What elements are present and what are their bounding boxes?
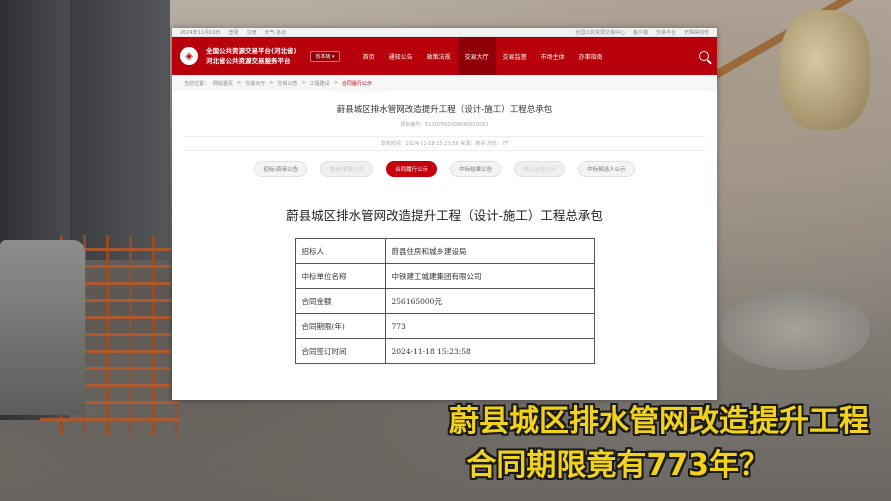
worker-leg: [70, 0, 170, 260]
notice-tabs: 招标/资审公告 澄清/变更公告 合同履行公示 中标结果公告 终止公告公示 中标候…: [184, 161, 705, 177]
breadcrumb-item[interactable]: 网站首页: [213, 80, 233, 87]
nav-item-notices[interactable]: 通知公告: [382, 37, 420, 75]
client-link[interactable]: 客户端: [633, 29, 648, 36]
national-center-link[interactable]: 全国公共资源交易中心: [575, 29, 625, 36]
concrete-lump: [720, 290, 870, 370]
table-key: 合同金额: [294, 288, 386, 314]
weather-text: 天气·多云: [264, 29, 287, 36]
caption-line-1: 蔚县城区排水管网改造提升工程: [449, 404, 869, 439]
site-name-line2: 河北省公共资源交易服务平台: [206, 57, 291, 65]
contract-info-table: 招标人 蔚县住房和城乡建设局 中标单位名称 中铁建工城建集团有限公司 合同金额 …: [294, 238, 595, 364]
table-key: 招标人: [294, 238, 386, 264]
table-value: 2024-11-18 15:23:58: [384, 338, 595, 364]
topbar-date: 2024年11月19日: [180, 29, 221, 36]
table-key: 合同期限(年): [294, 313, 386, 339]
table-row: 合同金额 256165000元: [294, 288, 595, 314]
breadcrumb-item[interactable]: 工程建设: [310, 80, 330, 87]
table-value: 773: [384, 313, 595, 339]
table-value: 蔚县住房和城乡建设局: [384, 238, 595, 264]
tab-candidate-notice[interactable]: 中标候选人公示: [578, 161, 635, 177]
nav-item-guide[interactable]: 办事指南: [572, 37, 610, 75]
caption-line-2: 合同期限竟有773年？: [466, 448, 769, 483]
site-header: ◈ 全国公共资源交易平台(河北省) 河北省公共资源交易服务平台 省本级 ▾ 首页…: [172, 37, 717, 75]
tab-clarification-notice[interactable]: 澄清/变更公告: [320, 161, 374, 177]
table-key: 合同签订时间: [294, 338, 386, 364]
worker-boot: [0, 240, 85, 415]
search-icon[interactable]: [699, 51, 709, 61]
tab-tender-notice[interactable]: 招标/资审公告: [254, 161, 308, 177]
tab-award-result[interactable]: 中标结果公告: [450, 161, 502, 177]
nav-item-policies[interactable]: 政策法规: [420, 37, 458, 75]
site-logo-icon[interactable]: ◈: [180, 47, 198, 65]
breadcrumb-item[interactable]: 交易公告: [277, 80, 297, 87]
nav-item-home[interactable]: 首页: [356, 37, 382, 75]
publish-meta: 发布时间：2024-11-18 15:23:58 来源：蔚县 浏览：77: [184, 136, 705, 151]
top-utility-bar: 2024年11月19日 登录 注册 天气·多云 全国公共资源交易中心 客户端 交…: [172, 28, 717, 37]
accessibility-link[interactable]: 无障碍浏览: [684, 29, 709, 36]
table-row: 中标单位名称 中铁建工城建集团有限公司: [294, 263, 595, 289]
table-row: 合同签订时间 2024-11-18 15:23:58: [294, 338, 595, 364]
tab-termination-notice[interactable]: 终止公告公示: [514, 161, 566, 177]
platform-link[interactable]: 交易平台: [656, 29, 676, 36]
site-name: 全国公共资源交易平台(河北省) 河北省公共资源交易服务平台: [206, 47, 296, 65]
nav-item-supervision[interactable]: 交易监督: [496, 37, 534, 75]
breadcrumb-item[interactable]: 交易大厅: [245, 80, 265, 87]
document-title: 蔚县城区排水管网改造提升工程（设计-施工）工程总承包: [286, 208, 603, 223]
table-row: 合同期限(年) 773: [294, 313, 595, 339]
register-link[interactable]: 注册: [246, 29, 256, 36]
table-key: 中标单位名称: [294, 263, 386, 289]
breadcrumb-current: 合同履行公示: [341, 80, 372, 87]
main-nav: 首页 通知公告 政策法规 交易大厅 交易监督 市场主体 办事指南: [356, 37, 610, 75]
tab-contract-performance[interactable]: 合同履行公示: [386, 161, 438, 177]
table-row: 招标人 蔚县住房和城乡建设局: [294, 238, 595, 264]
nav-item-trading-hall[interactable]: 交易大厅: [457, 37, 496, 75]
webpage-screenshot: 2024年11月19日 登录 注册 天气·多云 全国公共资源交易中心 客户端 交…: [172, 28, 717, 400]
nav-item-market-entities[interactable]: 市场主体: [534, 37, 572, 75]
table-value: 中铁建工城建集团有限公司: [384, 263, 595, 289]
region-select[interactable]: 省本级 ▾: [310, 50, 340, 62]
site-name-line1: 全国公共资源交易平台(河北省): [206, 47, 297, 55]
main-content: 蔚县城区排水管网改造提升工程（设计-施工）工程总承包 项目编号：E1307000…: [172, 91, 717, 370]
table-value: 256165000元: [384, 288, 595, 314]
login-link[interactable]: 登录: [228, 29, 238, 36]
project-code: 项目编号：E1307000000080810081: [400, 122, 489, 128]
breadcrumb: 当前位置： 网站首页 > 交易大厅 > 交易公告 > 工程建设 > 合同履行公示: [172, 75, 717, 91]
project-title: 蔚县城区排水管网改造提升工程（设计-施工）工程总承包: [336, 105, 553, 115]
worker-glove: [780, 10, 870, 130]
breadcrumb-label: 当前位置：: [184, 80, 210, 87]
